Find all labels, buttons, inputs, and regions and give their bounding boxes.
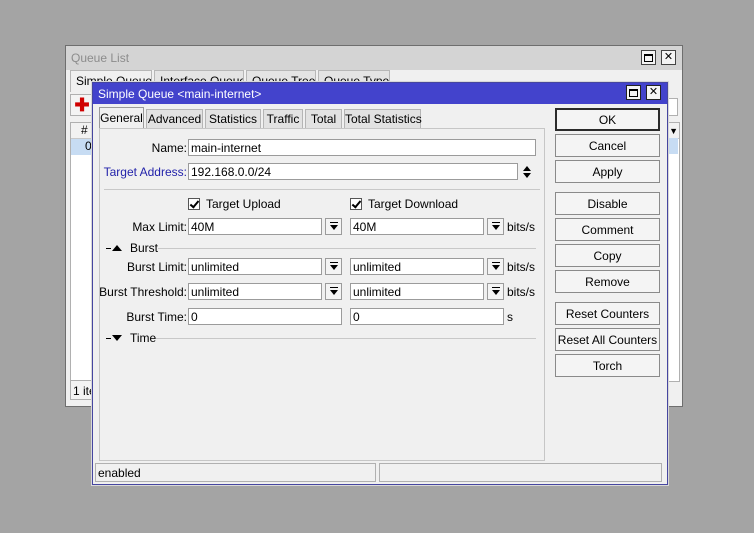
burst-threshold-label: Burst Threshold: xyxy=(99,285,187,299)
apply-button[interactable]: Apply xyxy=(555,160,660,183)
target-address-label[interactable]: Target Address: xyxy=(104,165,187,179)
close-icon[interactable]: ✕ xyxy=(646,85,661,100)
target-download-checkbox[interactable]: Target Download xyxy=(350,197,458,212)
time-section-label: Time xyxy=(130,331,157,345)
reset-all-counters-button[interactable]: Reset All Counters xyxy=(555,328,660,351)
max-limit-label: Max Limit: xyxy=(132,220,187,234)
burst-threshold-unit: bits/s xyxy=(507,285,536,299)
burst-limit-download-dropdown[interactable] xyxy=(487,258,504,275)
burst-section-label: Burst xyxy=(130,241,159,255)
comment-button[interactable]: Comment xyxy=(555,218,660,241)
max-limit-upload-field[interactable]: 40M xyxy=(188,218,322,235)
max-limit-download-field[interactable]: 40M xyxy=(350,218,484,235)
burst-threshold-download-field[interactable]: unlimited xyxy=(350,283,484,300)
burst-threshold-download-dropdown[interactable] xyxy=(487,283,504,300)
max-limit-download-dropdown[interactable] xyxy=(487,218,504,235)
burst-limit-label: Burst Limit: xyxy=(126,260,187,274)
dropdown-icon xyxy=(491,287,501,296)
target-download-label: Target Download xyxy=(368,197,459,211)
close-icon[interactable]: ✕ xyxy=(661,50,676,65)
restore-icon[interactable] xyxy=(626,85,641,100)
name-field[interactable]: main-internet xyxy=(188,139,536,156)
cancel-button[interactable]: Cancel xyxy=(555,134,660,157)
torch-button[interactable]: Torch xyxy=(555,354,660,377)
burst-time-download-field[interactable]: 0 xyxy=(350,308,504,325)
ok-button[interactable]: OK xyxy=(555,108,660,131)
max-limit-upload-dropdown[interactable] xyxy=(325,218,342,235)
dialog-titlebar: Simple Queue <main-internet> ✕ xyxy=(93,83,667,104)
target-upload-checkbox[interactable]: Target Upload xyxy=(188,197,281,212)
burst-section-toggle[interactable]: Burst xyxy=(106,241,158,255)
status-cell-empty xyxy=(379,463,662,482)
tab-general[interactable]: General xyxy=(99,107,144,130)
checkbox-checked-icon xyxy=(188,198,200,210)
max-limit-unit: bits/s xyxy=(507,220,536,234)
divider xyxy=(104,189,540,190)
tab-total[interactable]: Total xyxy=(305,109,342,129)
sort-icon[interactable]: ▼ xyxy=(669,126,678,136)
target-address-updown-icon[interactable] xyxy=(521,163,533,180)
name-label: Name: xyxy=(151,141,187,155)
burst-divider xyxy=(158,248,536,249)
burst-time-label: Burst Time: xyxy=(126,310,187,324)
dropdown-icon xyxy=(329,262,339,271)
restore-icon[interactable] xyxy=(641,50,656,65)
queue-list-title: Queue List xyxy=(71,51,130,65)
dialog-title: Simple Queue <main-internet> xyxy=(98,87,262,101)
table-row-selected-tail xyxy=(668,138,678,154)
target-address-field[interactable]: 192.168.0.0/24 xyxy=(188,163,518,180)
remove-button[interactable]: Remove xyxy=(555,270,660,293)
target-upload-label: Target Upload xyxy=(206,197,281,211)
time-divider xyxy=(156,338,536,339)
burst-time-unit: s xyxy=(507,310,513,324)
tab-traffic[interactable]: Traffic xyxy=(263,109,303,129)
burst-limit-download-field[interactable]: unlimited xyxy=(350,258,484,275)
burst-limit-upload-field[interactable]: unlimited xyxy=(188,258,322,275)
dropdown-icon xyxy=(491,222,501,231)
burst-limit-upload-dropdown[interactable] xyxy=(325,258,342,275)
general-pane: Name: main-internet Target Address: 192.… xyxy=(99,128,545,461)
reset-counters-button[interactable]: Reset Counters xyxy=(555,302,660,325)
tab-statistics[interactable]: Statistics xyxy=(205,109,261,129)
plus-icon: ✚ xyxy=(74,94,90,115)
dropdown-icon xyxy=(491,262,501,271)
simple-queue-dialog: Simple Queue <main-internet> ✕ General A… xyxy=(92,82,668,485)
dropdown-icon xyxy=(329,287,339,296)
time-section-toggle[interactable]: Time xyxy=(106,331,156,345)
status-text: enabled xyxy=(95,463,376,482)
expand-icon xyxy=(112,335,122,341)
tab-advanced[interactable]: Advanced xyxy=(146,109,203,129)
dropdown-icon xyxy=(329,222,339,231)
collapse-icon xyxy=(112,245,122,251)
copy-button[interactable]: Copy xyxy=(555,244,660,267)
dialog-statusbar: enabled xyxy=(95,463,662,482)
burst-time-upload-field[interactable]: 0 xyxy=(188,308,342,325)
filter-input[interactable] xyxy=(668,98,678,116)
tab-total-statistics[interactable]: Total Statistics xyxy=(344,109,422,129)
add-button[interactable]: ✚ xyxy=(70,94,94,116)
burst-threshold-upload-dropdown[interactable] xyxy=(325,283,342,300)
queue-list-titlebar: Queue List ✕ xyxy=(66,46,682,70)
burst-threshold-upload-field[interactable]: unlimited xyxy=(188,283,322,300)
burst-limit-unit: bits/s xyxy=(507,260,536,274)
checkbox-checked-icon xyxy=(350,198,362,210)
disable-button[interactable]: Disable xyxy=(555,192,660,215)
